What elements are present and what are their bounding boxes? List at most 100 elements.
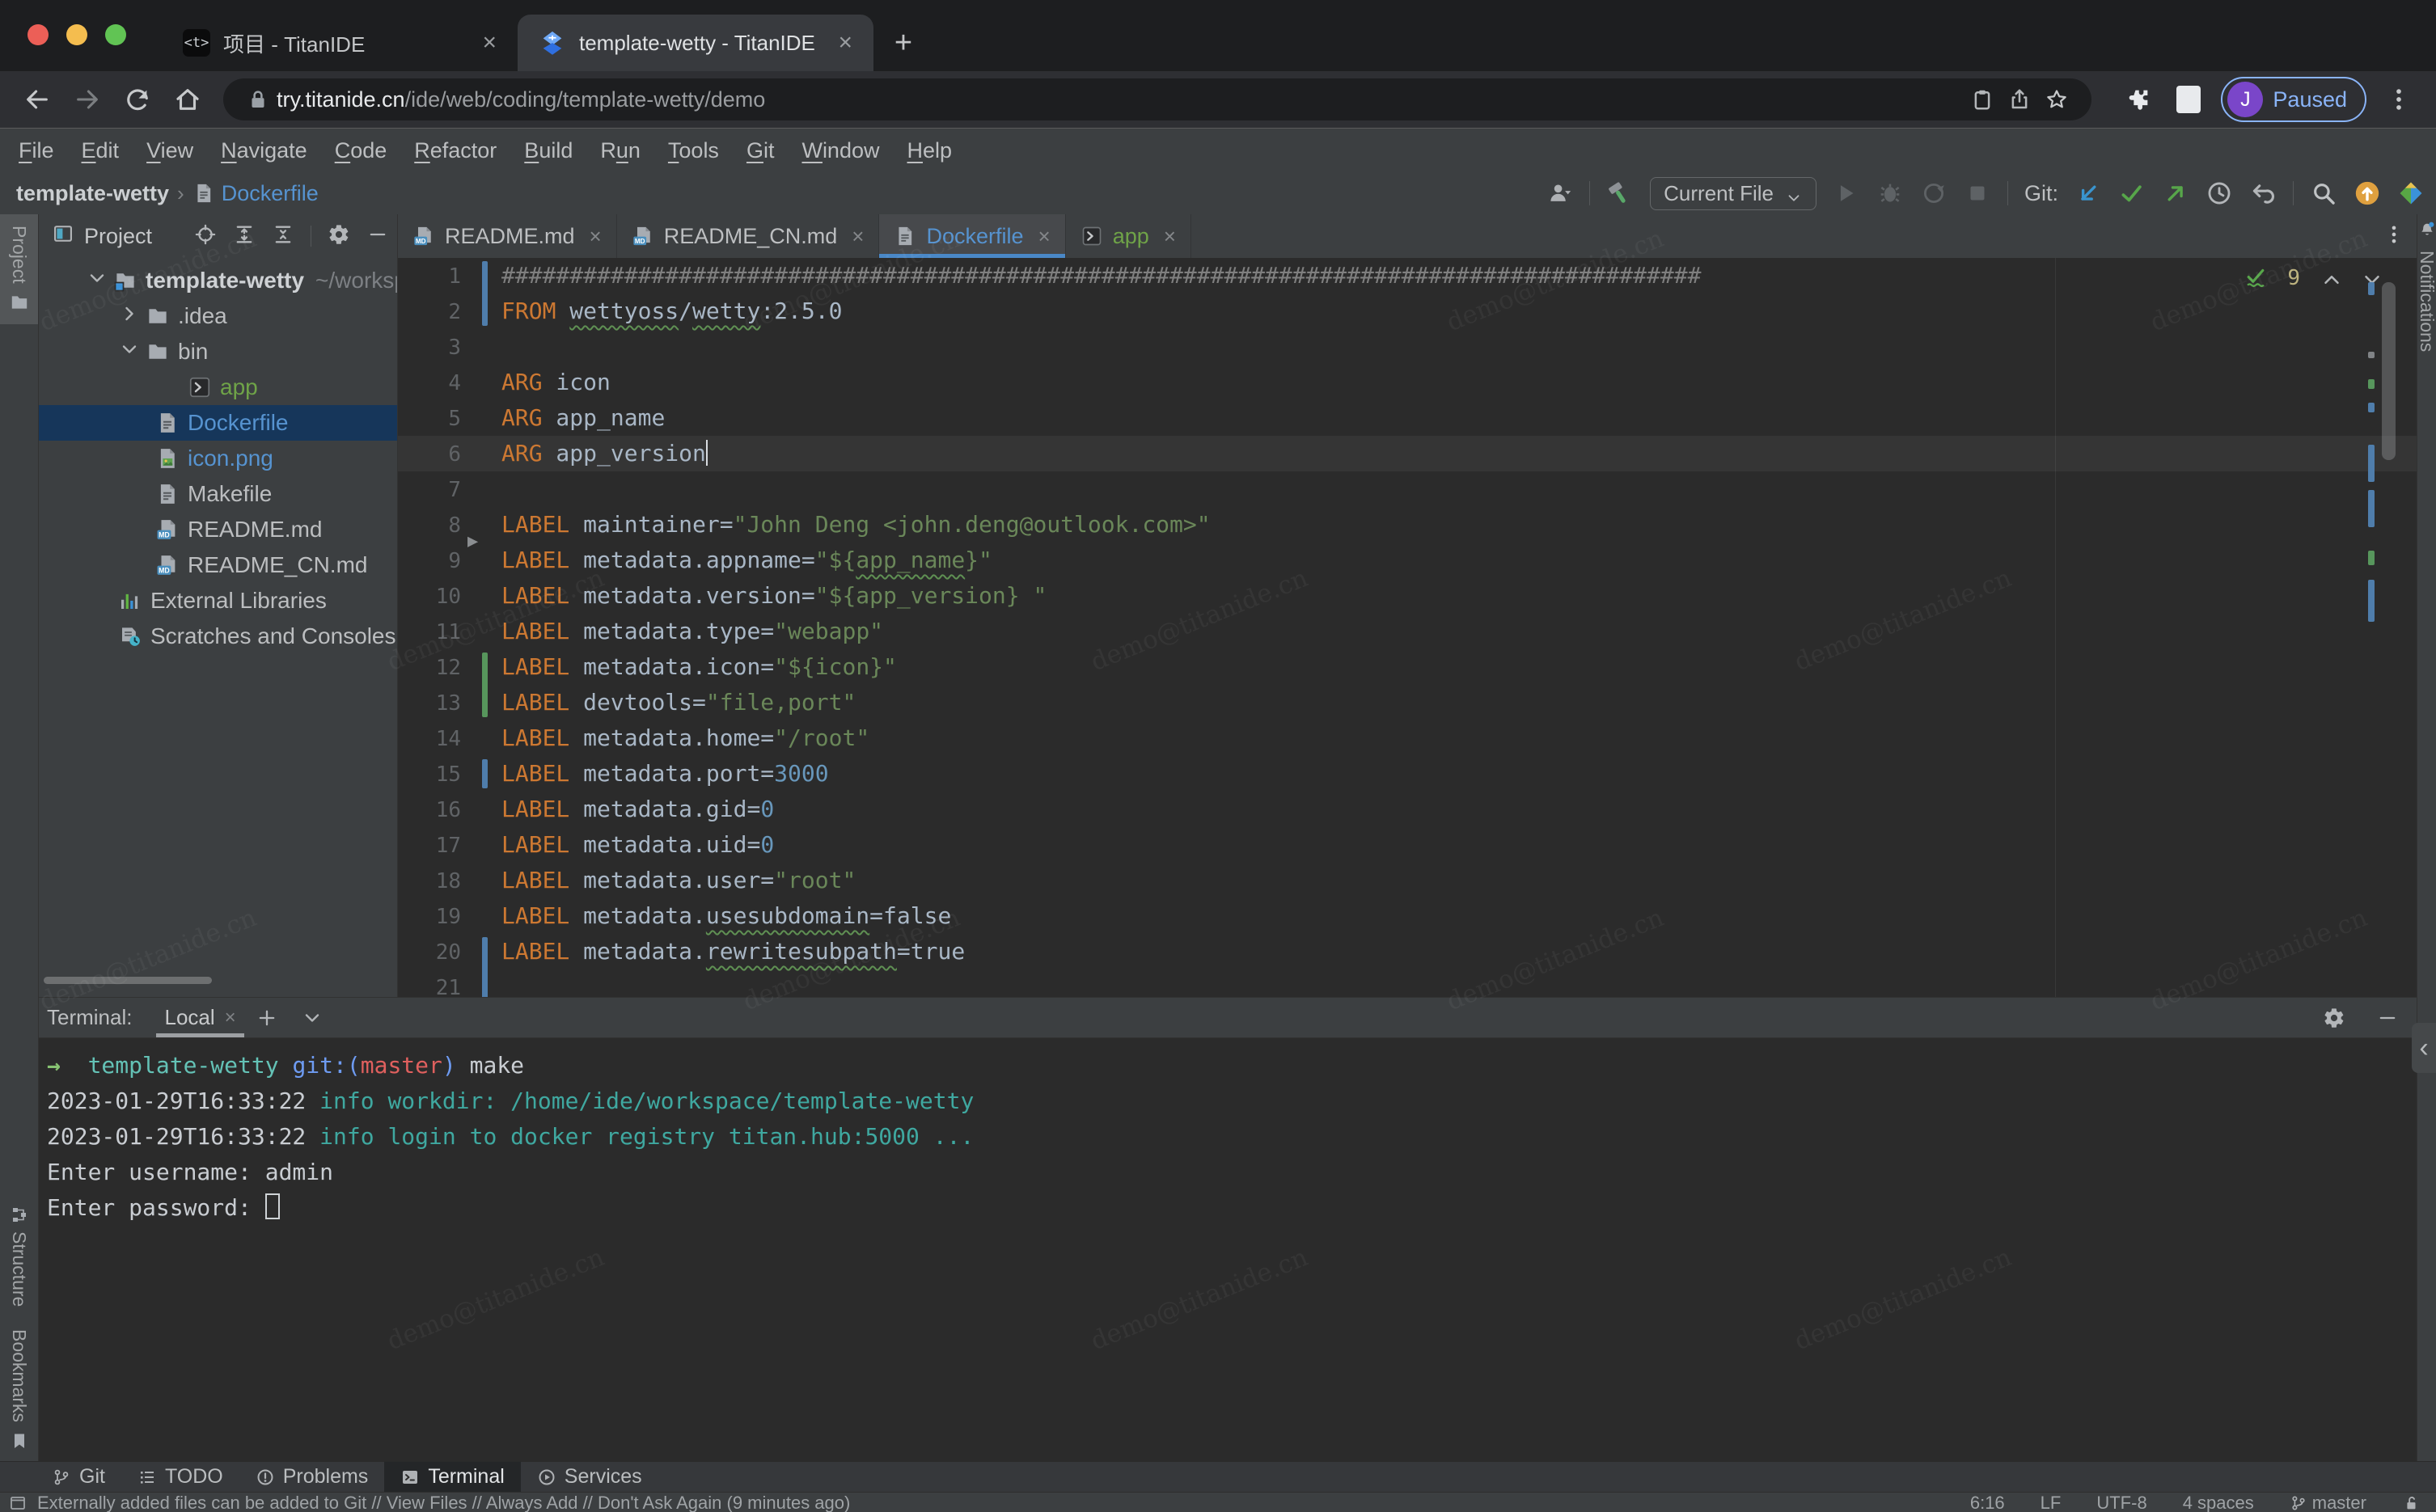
editor-scrollbar[interactable] bbox=[2382, 282, 2396, 460]
code-line[interactable]: 20LABEL metadata.rewritesubpath=true bbox=[398, 934, 2417, 969]
maximize-window-button[interactable] bbox=[105, 24, 126, 45]
code-line[interactable]: 21 bbox=[398, 969, 2417, 997]
tab-list-kebab-icon[interactable] bbox=[2383, 223, 2405, 250]
run-button[interactable] bbox=[1833, 179, 1860, 207]
tree-item-bin[interactable]: bin bbox=[39, 334, 397, 370]
menu-item-git[interactable]: Git bbox=[733, 138, 789, 163]
editor-tab-readme-md[interactable]: MDREADME.md× bbox=[398, 214, 617, 258]
new-terminal-icon[interactable] bbox=[247, 1000, 286, 1036]
git-push-icon[interactable] bbox=[2162, 179, 2189, 207]
notifications-strip-label[interactable]: Notifications bbox=[2416, 251, 2436, 352]
tree-item-app[interactable]: app bbox=[39, 370, 397, 405]
tree-item-makefile[interactable]: Makefile bbox=[39, 476, 397, 512]
close-terminal-tab-icon[interactable]: × bbox=[225, 1007, 236, 1029]
rollback-icon[interactable] bbox=[2249, 179, 2277, 207]
previous-problem-icon[interactable] bbox=[2320, 268, 2341, 289]
extensions-icon[interactable] bbox=[2116, 77, 2161, 122]
code-line[interactable]: 17LABEL metadata.uid=0 bbox=[398, 827, 2417, 863]
bookmark-star-icon[interactable] bbox=[2038, 81, 2075, 118]
status-message[interactable]: Externally added files can be added to G… bbox=[37, 1493, 850, 1512]
code-line[interactable]: 11LABEL metadata.type="webapp" bbox=[398, 614, 2417, 649]
code-line[interactable]: 6ARG app_version bbox=[398, 436, 2417, 471]
project-panel-title[interactable]: Project bbox=[84, 224, 152, 249]
build-hammer-icon[interactable] bbox=[1606, 179, 1634, 207]
close-window-button[interactable] bbox=[27, 24, 49, 45]
indent-style[interactable]: 4 spaces bbox=[2183, 1493, 2254, 1512]
git-commit-icon[interactable] bbox=[2118, 179, 2146, 207]
minimize-terminal-icon[interactable] bbox=[2376, 1007, 2399, 1029]
chevron-down-icon[interactable] bbox=[86, 267, 108, 295]
stop-button[interactable] bbox=[1964, 179, 1991, 207]
clipboard-icon[interactable] bbox=[1964, 81, 2001, 118]
close-tab-icon[interactable]: × bbox=[838, 29, 852, 57]
code-line[interactable]: 10LABEL metadata.version="${app_version}… bbox=[398, 578, 2417, 614]
tool-button-bookmarks[interactable]: Bookmarks bbox=[0, 1318, 38, 1461]
new-tab-button[interactable]: + bbox=[882, 21, 925, 65]
code-line[interactable]: 2FROM wettyoss/wetty:2.5.0 bbox=[398, 294, 2417, 329]
menu-item-file[interactable]: File bbox=[5, 138, 68, 163]
code-line[interactable]: 14LABEL metadata.home="/root" bbox=[398, 720, 2417, 756]
code-line[interactable]: 19LABEL metadata.usesubdomain=false bbox=[398, 898, 2417, 934]
close-tab-icon[interactable]: × bbox=[1164, 224, 1176, 249]
tree-item-dockerfile[interactable]: Dockerfile bbox=[39, 405, 397, 441]
editor-tab-readme-cn-md[interactable]: MDREADME_CN.md× bbox=[617, 214, 880, 258]
terminal-tab-local[interactable]: Local × bbox=[159, 998, 240, 1037]
browser-tab-template-wetty[interactable]: template-wetty - TitanIDE × bbox=[518, 15, 873, 71]
editor-tab-dockerfile[interactable]: Dockerfile× bbox=[879, 214, 1065, 258]
code-line[interactable]: 12LABEL metadata.icon="${icon}" bbox=[398, 649, 2417, 685]
code-line[interactable]: 5ARG app_name bbox=[398, 400, 2417, 436]
tree-item-readme-cn-md[interactable]: MDREADME_CN.md bbox=[39, 547, 397, 583]
tool-window-button-terminal[interactable]: Terminal bbox=[384, 1462, 520, 1492]
code-editor[interactable]: 1#######################################… bbox=[398, 258, 2417, 997]
menu-item-help[interactable]: Help bbox=[893, 138, 966, 163]
reload-button[interactable] bbox=[115, 77, 160, 122]
terminal-output[interactable]: → template-wetty git:(master) make2023-0… bbox=[39, 1038, 2417, 1226]
menu-item-refactor[interactable]: Refactor bbox=[400, 138, 510, 163]
gear-icon[interactable] bbox=[328, 223, 350, 250]
browser-tab-project[interactable]: <t> 项目 - TitanIDE × bbox=[162, 15, 518, 71]
hide-panel-icon[interactable] bbox=[366, 223, 389, 250]
breadcrumb-project[interactable]: template-wetty bbox=[16, 181, 169, 206]
chevron-down-icon[interactable] bbox=[118, 338, 141, 366]
code-line[interactable]: 16LABEL metadata.gid=0 bbox=[398, 792, 2417, 827]
chevron-right-icon[interactable] bbox=[118, 302, 141, 331]
horizontal-scrollbar[interactable] bbox=[44, 977, 212, 984]
tree-item-scratches-and-consoles[interactable]: Scratches and Consoles bbox=[39, 619, 397, 654]
line-separator[interactable]: LF bbox=[2041, 1493, 2062, 1512]
tool-button-structure[interactable]: Structure bbox=[0, 1193, 38, 1318]
tree-item-readme-md[interactable]: MDREADME.md bbox=[39, 512, 397, 547]
close-tab-icon[interactable]: × bbox=[482, 29, 497, 57]
forward-button[interactable] bbox=[65, 77, 110, 122]
terminal-settings-icon[interactable] bbox=[2323, 1007, 2345, 1029]
menu-item-view[interactable]: View bbox=[133, 138, 207, 163]
collapse-editor-chevron[interactable]: ‹ bbox=[2412, 1023, 2436, 1073]
event-log-icon[interactable] bbox=[8, 1493, 27, 1512]
history-icon[interactable] bbox=[2206, 179, 2233, 207]
menu-item-run[interactable]: Run bbox=[586, 138, 654, 163]
profile-run-button[interactable] bbox=[1920, 179, 1948, 207]
expand-all-icon[interactable] bbox=[233, 223, 256, 250]
address-bar[interactable]: try.titanide.cn/ide/web/coding/template-… bbox=[223, 78, 2091, 120]
minimize-window-button[interactable] bbox=[66, 24, 87, 45]
terminal-dropdown-icon[interactable] bbox=[293, 1000, 332, 1036]
locate-file-icon[interactable] bbox=[194, 223, 217, 250]
menu-item-build[interactable]: Build bbox=[510, 138, 586, 163]
code-line[interactable]: 4ARG icon bbox=[398, 365, 2417, 400]
close-tab-icon[interactable]: × bbox=[590, 224, 602, 249]
side-panel-icon[interactable] bbox=[2166, 77, 2211, 122]
menu-item-tools[interactable]: Tools bbox=[654, 138, 733, 163]
breadcrumb-file[interactable]: Dockerfile bbox=[222, 181, 319, 206]
tool-window-button-services[interactable]: Services bbox=[521, 1462, 658, 1492]
menu-item-edit[interactable]: Edit bbox=[68, 138, 133, 163]
browser-menu-icon[interactable] bbox=[2376, 77, 2421, 122]
notifications-bell-icon[interactable] bbox=[2418, 221, 2436, 243]
close-tab-icon[interactable]: × bbox=[852, 224, 864, 249]
titanide-gem-icon[interactable] bbox=[2397, 179, 2425, 207]
code-line[interactable]: 18LABEL metadata.user="root" bbox=[398, 863, 2417, 898]
inspections-widget[interactable]: 9 bbox=[2244, 264, 2381, 292]
menu-item-code[interactable]: Code bbox=[321, 138, 401, 163]
collapse-all-icon[interactable] bbox=[272, 223, 294, 250]
tool-button-project[interactable]: Project bbox=[0, 214, 38, 324]
tree-item-template-wetty[interactable]: template-wetty~/workspac bbox=[39, 263, 397, 298]
tree-item-icon-png[interactable]: icon.png bbox=[39, 441, 397, 476]
